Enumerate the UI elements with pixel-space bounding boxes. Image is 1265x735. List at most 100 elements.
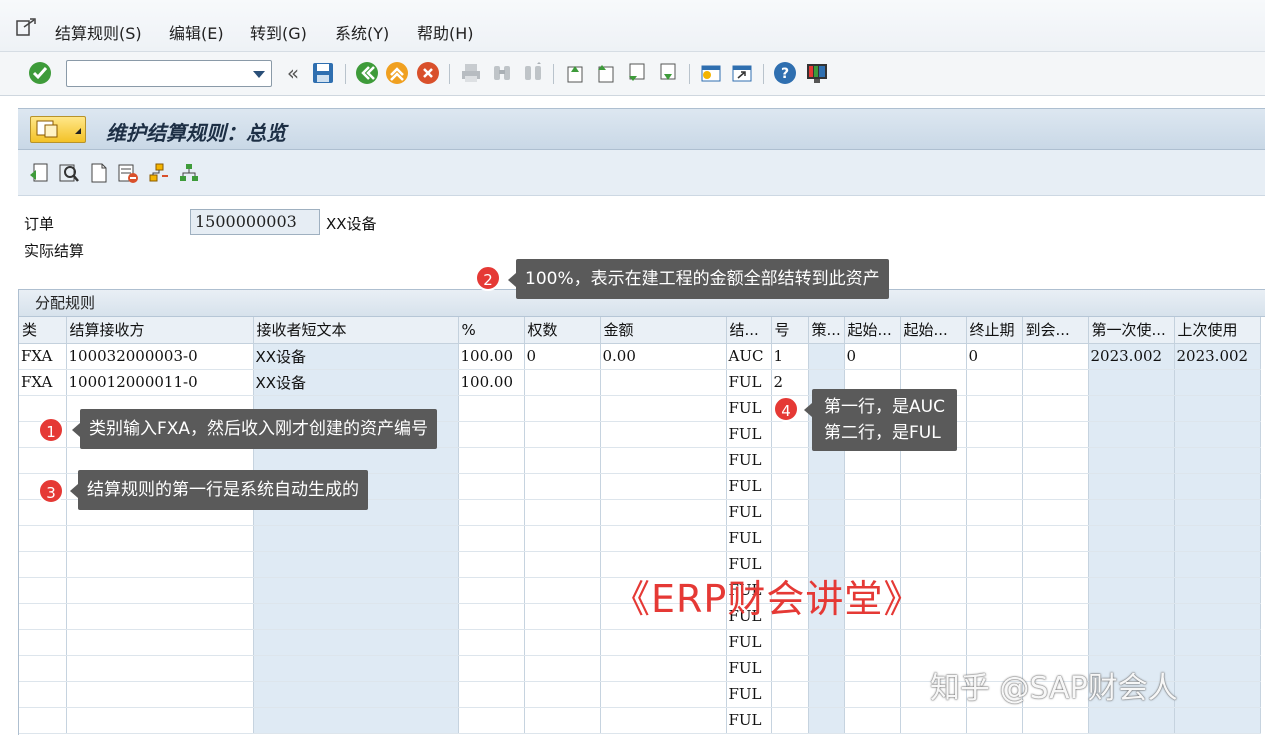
cell-from-period[interactable] (844, 707, 901, 734)
cell-settlement-type[interactable]: FUL (726, 525, 772, 552)
cell-from-period[interactable] (844, 629, 901, 656)
menu-edit[interactable]: 编辑(E) (169, 20, 224, 44)
cell-last-used[interactable] (1174, 525, 1261, 552)
cell-first-used[interactable] (1088, 707, 1175, 734)
cell-percent[interactable] (458, 473, 525, 500)
chevron-down-icon[interactable] (253, 71, 265, 78)
cell-last-used[interactable] (1174, 681, 1261, 708)
cell-percent[interactable] (458, 603, 525, 630)
screen-menu-button[interactable] (30, 116, 86, 143)
collapse-command-icon[interactable]: « (280, 60, 306, 86)
command-input[interactable] (67, 61, 247, 86)
cell-to-period[interactable] (966, 707, 1023, 734)
table-row[interactable]: FUL (19, 707, 1261, 734)
menu-help[interactable]: 帮助(H) (417, 20, 474, 44)
cell-last-used[interactable] (1174, 499, 1261, 526)
cell-first-used[interactable] (1088, 603, 1175, 630)
cell-amount[interactable] (600, 655, 727, 682)
cell-last-used[interactable] (1174, 447, 1261, 474)
menu-system[interactable]: 系统(Y) (335, 20, 389, 44)
cell-percent[interactable] (458, 629, 525, 656)
cell-percent[interactable] (458, 499, 525, 526)
order-number-field[interactable]: 1500000003 (190, 209, 320, 235)
cell-settlement-type[interactable]: FUL (726, 369, 772, 396)
cell-to-year[interactable] (1022, 395, 1089, 422)
cell-to-period[interactable] (966, 577, 1023, 604)
cell-type[interactable]: FXA (19, 369, 67, 396)
cell-from-year[interactable] (900, 525, 967, 552)
cell-strategy[interactable] (808, 473, 845, 500)
cell-receiver[interactable]: 100012000011-0 (66, 369, 254, 396)
cell-type[interactable] (19, 525, 67, 552)
cell-equivalence[interactable] (524, 369, 601, 396)
cell-to-year[interactable] (1022, 707, 1089, 734)
cell-percent[interactable] (458, 577, 525, 604)
back-icon[interactable] (354, 60, 380, 86)
cell-equivalence[interactable] (524, 655, 601, 682)
cell-number[interactable] (771, 473, 809, 500)
cell-from-year[interactable] (900, 473, 967, 500)
column-header-first-used[interactable]: 第一次使... (1088, 317, 1175, 344)
column-header-from-year[interactable]: 起始... (900, 317, 967, 344)
cell-receiver-text[interactable] (253, 655, 459, 682)
shortcut-icon[interactable] (729, 60, 755, 86)
cell-type[interactable] (19, 681, 67, 708)
cell-receiver[interactable] (66, 707, 254, 734)
cell-first-used[interactable] (1088, 447, 1175, 474)
cell-receiver-text[interactable]: XX设备 (253, 369, 459, 396)
enter-check-icon[interactable] (27, 60, 53, 86)
cell-receiver[interactable] (66, 551, 254, 578)
cell-receiver-text[interactable] (253, 525, 459, 552)
cell-to-year[interactable] (1022, 551, 1089, 578)
cell-first-used[interactable] (1088, 629, 1175, 656)
cell-percent[interactable] (458, 525, 525, 552)
cell-to-period[interactable] (966, 473, 1023, 500)
cell-type[interactable] (19, 551, 67, 578)
delete-row-icon[interactable] (117, 162, 139, 184)
cell-to-year[interactable] (1022, 369, 1089, 396)
cell-to-period[interactable] (966, 603, 1023, 630)
cell-amount[interactable] (600, 421, 727, 448)
cell-first-used[interactable] (1088, 369, 1175, 396)
cell-last-used[interactable] (1174, 655, 1261, 682)
find-next-icon[interactable] (520, 60, 546, 86)
cell-amount[interactable] (600, 447, 727, 474)
cell-from-period[interactable] (844, 499, 901, 526)
cell-strategy[interactable] (808, 525, 845, 552)
cell-receiver-text[interactable]: XX设备 (253, 343, 459, 370)
cell-from-period[interactable]: 0 (844, 343, 901, 370)
cell-number[interactable] (771, 629, 809, 656)
cell-percent[interactable] (458, 681, 525, 708)
cell-amount[interactable] (600, 629, 727, 656)
cell-receiver[interactable] (66, 655, 254, 682)
cell-number[interactable] (771, 655, 809, 682)
cell-type[interactable] (19, 447, 67, 474)
cell-strategy[interactable] (808, 343, 845, 370)
cell-equivalence[interactable] (524, 447, 601, 474)
cell-settlement-type[interactable]: FUL (726, 395, 772, 422)
cell-last-used[interactable] (1174, 577, 1261, 604)
cancel-icon[interactable] (415, 60, 441, 86)
cell-equivalence[interactable] (524, 551, 601, 578)
cell-to-period[interactable] (966, 421, 1023, 448)
cell-to-period[interactable] (966, 447, 1023, 474)
cell-percent[interactable]: 100.00 (458, 369, 525, 396)
cell-strategy[interactable] (808, 681, 845, 708)
cell-to-period[interactable] (966, 629, 1023, 656)
detail-view-icon[interactable] (58, 162, 80, 184)
cell-settlement-type[interactable]: FUL (726, 707, 772, 734)
save-icon[interactable] (310, 60, 336, 86)
cell-settlement-type[interactable]: FUL (726, 499, 772, 526)
column-header-equivalence[interactable]: 权数 (524, 317, 601, 344)
cell-receiver[interactable] (66, 577, 254, 604)
cell-to-year[interactable] (1022, 447, 1089, 474)
settlement-structure-icon[interactable] (148, 162, 170, 184)
cell-receiver-text[interactable] (253, 577, 459, 604)
previous-screen-icon[interactable] (28, 162, 50, 184)
cell-first-used[interactable] (1088, 473, 1175, 500)
cell-receiver[interactable] (66, 525, 254, 552)
cell-to-year[interactable] (1022, 473, 1089, 500)
cell-equivalence[interactable] (524, 499, 601, 526)
cell-amount[interactable] (600, 473, 727, 500)
column-header-strategy[interactable]: 策... (808, 317, 845, 344)
